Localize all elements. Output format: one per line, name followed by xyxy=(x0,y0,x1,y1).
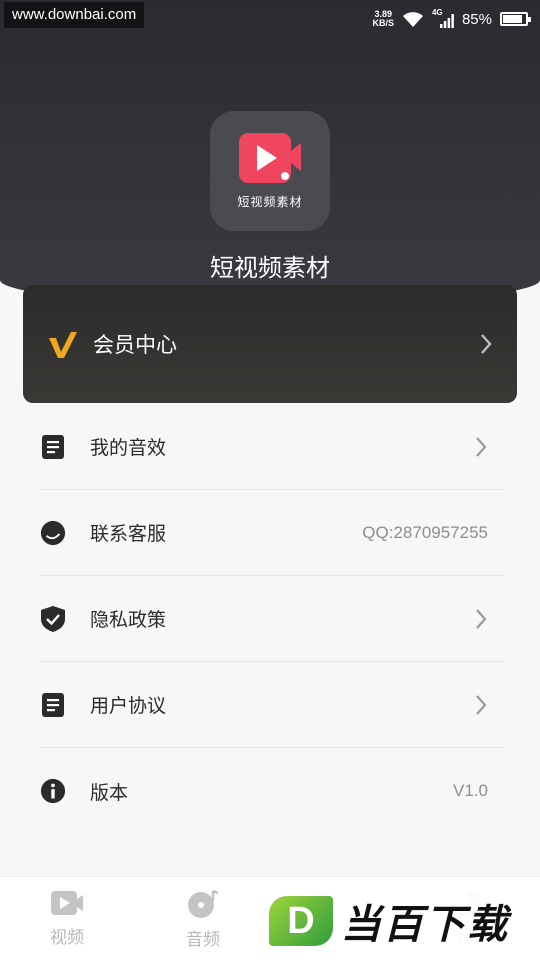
menu-item-label: 隐私政策 xyxy=(90,609,167,631)
menu-item-customer-service[interactable]: 联系客服 QQ:2870957255 xyxy=(40,490,504,576)
chevron-right-icon xyxy=(476,608,487,629)
settings-menu: 我的音效 联系客服 QQ:2870957255 隐私政策 用户协议 版本 V1.… xyxy=(40,404,504,834)
app-logo-text: 短视频素材 xyxy=(237,195,303,209)
app-name: 短视频素材 xyxy=(210,254,330,282)
menu-item-user-agreement[interactable]: 用户协议 xyxy=(40,662,504,748)
tab-audio-label: 音频 xyxy=(186,930,220,950)
document-icon xyxy=(40,434,66,460)
battery-percent: 85% xyxy=(461,10,492,28)
app-logo: 短视频素材 xyxy=(210,111,330,231)
menu-item-my-sound-effects[interactable]: 我的音效 xyxy=(40,404,504,490)
music-disc-icon xyxy=(188,889,219,918)
tab-video[interactable]: 视频 xyxy=(37,889,97,948)
tab-video-label: 视频 xyxy=(50,928,84,948)
customer-service-icon xyxy=(40,520,66,546)
watermark-logo: D xyxy=(269,896,333,946)
network-speed: 3.89 KB/S xyxy=(372,10,394,28)
signal-icon: 4G xyxy=(432,8,454,28)
shield-icon xyxy=(40,605,66,632)
menu-item-label: 我的音效 xyxy=(90,437,167,459)
watermark-top: www.downbai.com xyxy=(4,2,145,28)
chevron-right-icon xyxy=(481,334,492,354)
menu-item-version[interactable]: 版本 V1.0 xyxy=(40,748,504,834)
network-speed-unit: KB/S xyxy=(372,18,394,28)
menu-item-label: 用户协议 xyxy=(90,695,167,717)
v-badge-icon xyxy=(49,332,77,358)
wifi-icon xyxy=(402,12,423,27)
video-camera-icon xyxy=(239,133,301,183)
status-bar: 3.89 KB/S 4G 85% xyxy=(372,6,531,32)
tab-audio[interactable]: 音频 xyxy=(173,889,233,950)
chevron-right-icon xyxy=(476,436,487,457)
menu-item-label: 版本 xyxy=(90,781,129,804)
version-number: V1.0 xyxy=(453,781,488,800)
battery-icon xyxy=(500,12,531,26)
menu-item-privacy-policy[interactable]: 隐私政策 xyxy=(40,576,504,662)
qq-number: QQ:2870957255 xyxy=(362,522,488,542)
menu-item-label: 联系客服 xyxy=(90,523,167,545)
info-icon xyxy=(40,778,66,804)
vip-center-card[interactable]: 会员中心 xyxy=(23,285,517,403)
chevron-right-icon xyxy=(476,694,487,715)
watermark-text: 当百下载 xyxy=(341,902,509,948)
video-tab-icon xyxy=(51,891,83,915)
document-icon xyxy=(40,692,66,718)
watermark-bottom: D 当百下载 xyxy=(265,882,540,960)
vip-center-label: 会员中心 xyxy=(93,333,177,357)
